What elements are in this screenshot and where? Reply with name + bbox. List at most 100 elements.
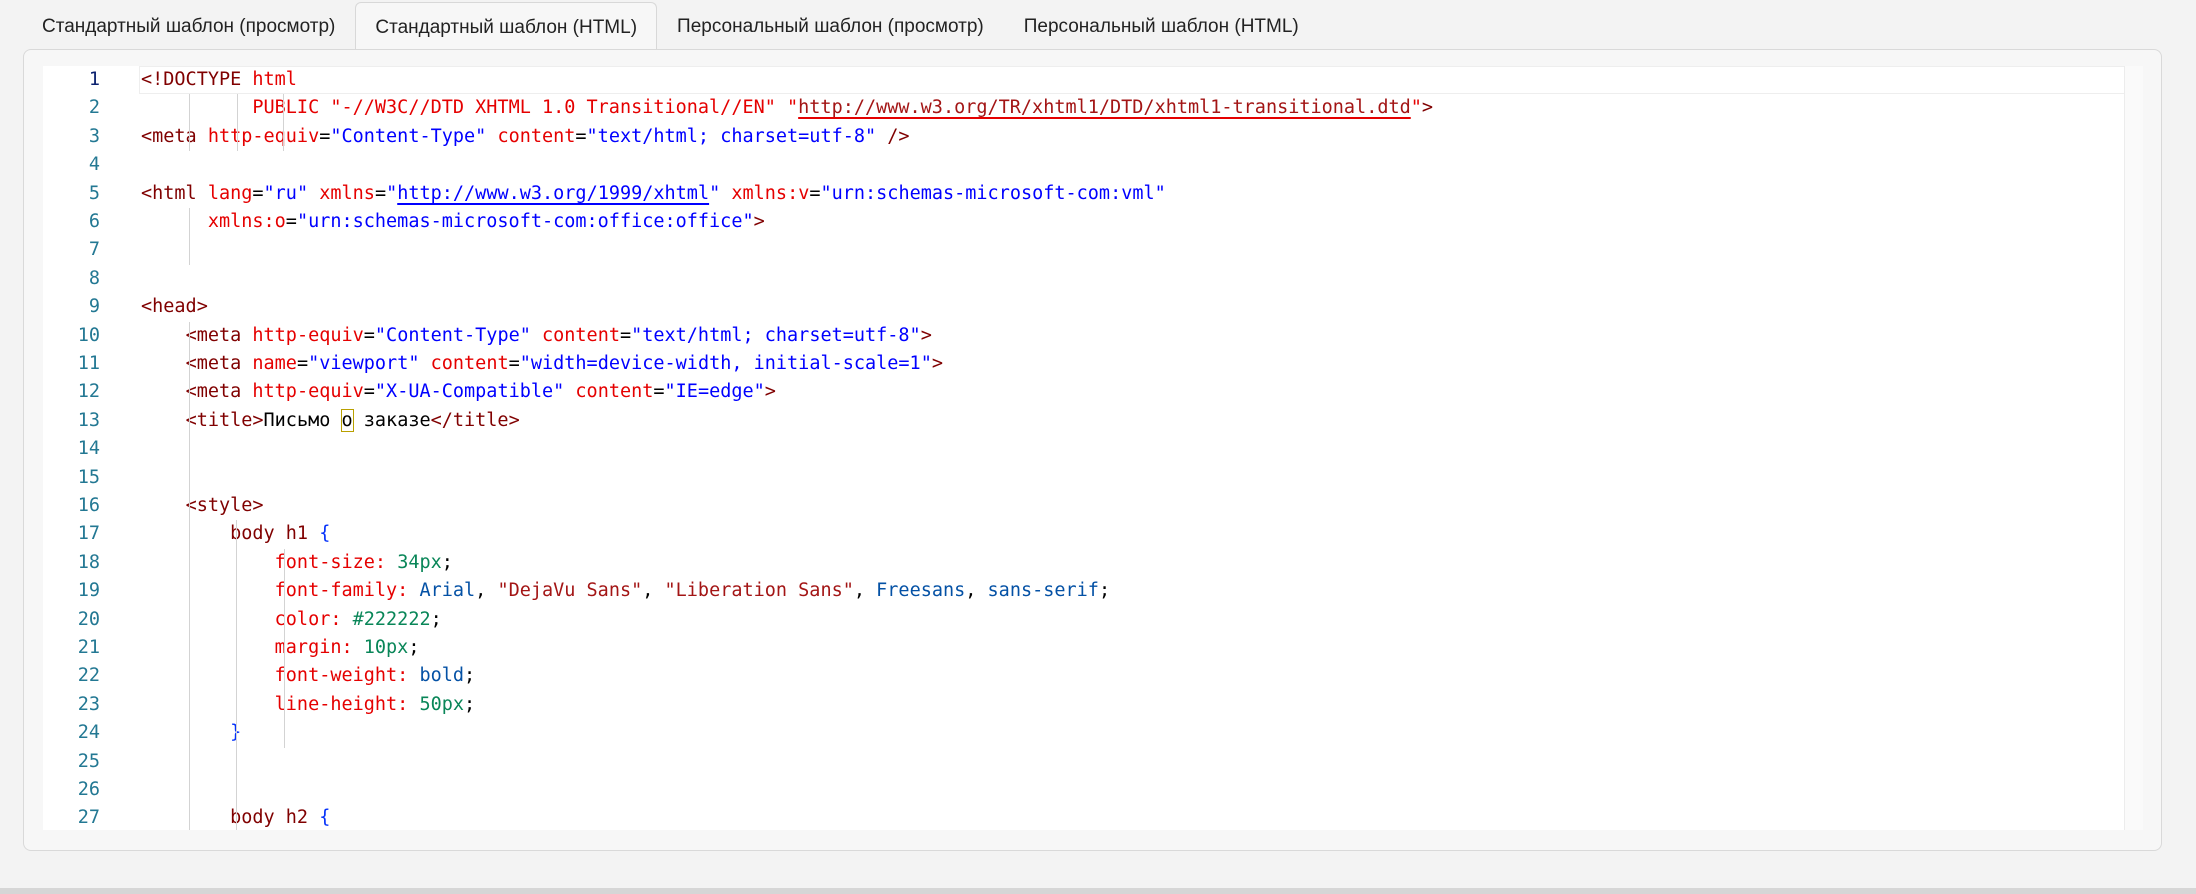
code-token: 10px	[363, 637, 409, 658]
code-token: <meta	[141, 125, 208, 147]
code-line: <meta http-equiv="Content-Type" content=…	[141, 322, 932, 350]
code-token: ,	[475, 580, 498, 602]
code-token: content	[542, 324, 620, 346]
current-line-highlight	[139, 66, 2125, 95]
tab-2[interactable]: Стандартный шаблон (HTML)	[355, 2, 658, 52]
code-token: ;	[464, 693, 476, 715]
code-token: >	[931, 353, 943, 374]
code-token: заказе	[352, 409, 431, 431]
line-number: 26	[77, 779, 100, 800]
code-token: "Content-Type"	[374, 324, 531, 346]
line-number: 17	[77, 523, 100, 545]
code-line: color: #222222;	[141, 606, 442, 634]
code-line: font-weight: bold;	[141, 662, 476, 690]
code-token: http://www.w3.org/1999/xhtml	[397, 182, 710, 204]
code-token: Arial	[419, 580, 476, 602]
line-number: 7	[88, 239, 100, 261]
code-token: >	[753, 211, 765, 232]
code-token: {	[319, 807, 331, 829]
code-token: font-weight:	[274, 665, 420, 687]
line-number: 12	[77, 381, 100, 403]
code-token: <title>	[185, 409, 264, 431]
line-number: 21	[77, 637, 100, 658]
line-number: 6	[88, 211, 100, 232]
code-token: ,	[853, 580, 877, 602]
line-number: 15	[77, 466, 100, 488]
code-token: ;	[430, 608, 442, 630]
bottom-border	[0, 888, 2196, 894]
code-token: content	[497, 125, 576, 147]
tab-4[interactable]: Персональный шаблон (HTML)	[1004, 0, 1319, 52]
code-token: <!DOCTYPE	[141, 69, 253, 90]
code-token: body h2	[230, 807, 320, 829]
code-token: <head>	[141, 296, 208, 318]
line-number: 16	[77, 495, 100, 516]
code-token: <html	[141, 182, 208, 204]
code-token: line-height:	[274, 693, 420, 715]
tab-1[interactable]: Стандартный шаблон (просмотр)	[22, 0, 355, 52]
code-token: "text/html; charset=utf-8"	[631, 324, 921, 346]
line-number: 11	[77, 353, 100, 374]
code-token: "-//W3C//DTD XHTML 1.0 Transitional//EN"…	[330, 97, 799, 119]
code-token: </title>	[430, 409, 520, 431]
code-token: xmlns	[319, 182, 375, 204]
code-token: о	[340, 408, 354, 432]
code-line: <html lang="ru" xmlns="http://www.w3.org…	[141, 180, 1166, 208]
indent-guide	[236, 520, 237, 830]
code-line: <!DOCTYPE html	[141, 66, 297, 94]
code-token: ,	[642, 580, 665, 602]
line-number: 2	[88, 97, 100, 119]
code-token: "	[386, 182, 398, 204]
code-token: Письмо	[263, 409, 342, 431]
code-editor[interactable]: 1 2 3 4 5 6 7 8 9 10 11 12 13 14 15 16 17 18 19 20 21 22 23 24 2…	[43, 66, 2143, 830]
code-token: PUBLIC	[141, 97, 331, 119]
code-token: "DejaVu Sans"	[497, 580, 643, 602]
line-number: 4	[88, 154, 100, 176]
code-token: =	[653, 381, 665, 403]
code-token: <meta	[185, 381, 253, 403]
code-token: http://www.w3.org/TR/xhtml1/DTD/xhtml1-t…	[798, 97, 1411, 119]
vertical-scrollbar[interactable]	[2124, 66, 2143, 830]
code-token: content	[430, 353, 509, 374]
code-line: }	[141, 719, 241, 747]
code-token: "	[709, 182, 721, 204]
line-number: 13	[77, 409, 100, 431]
indent-guide	[189, 208, 190, 265]
code-token: =	[809, 182, 821, 204]
line-number: 23	[77, 693, 100, 715]
code-token: =	[285, 211, 297, 232]
code-line: font-size: 34px;	[141, 549, 453, 577]
code-line: <title>Письмо о заказе</title>	[141, 407, 520, 435]
code-token: =	[296, 353, 309, 374]
code-token: <meta	[185, 353, 253, 374]
code-token: lang	[207, 182, 253, 204]
code-token: "viewport"	[308, 353, 420, 374]
line-number: 18	[77, 551, 100, 573]
line-number: 22	[77, 665, 100, 687]
code-token: font-size:	[274, 551, 398, 573]
code-token: "width=device-width, initial-scale=1"	[519, 353, 932, 374]
code-token: http-equiv	[207, 125, 320, 147]
code-token: font-family:	[274, 580, 420, 602]
tab-3[interactable]: Персональный шаблон (просмотр)	[657, 0, 1004, 52]
code-token: "Content-Type"	[330, 125, 487, 147]
code-token: 34px	[397, 551, 442, 573]
code-token: "IE=edge"	[664, 381, 765, 403]
code-token: ;	[1098, 580, 1111, 602]
line-number: 25	[77, 750, 100, 772]
code-line: margin: 10px;	[141, 634, 420, 662]
